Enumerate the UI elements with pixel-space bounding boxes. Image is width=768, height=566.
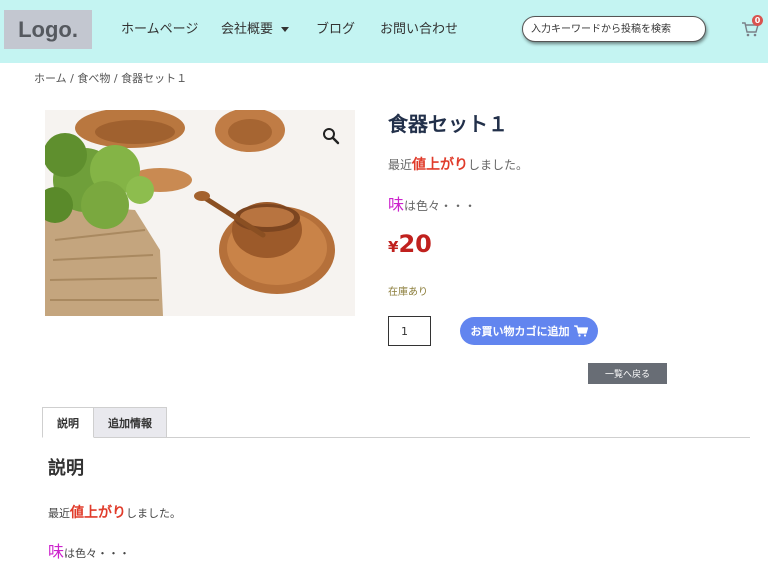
desc-text: しました。 — [468, 158, 529, 172]
chevron-down-icon — [281, 27, 290, 32]
product-title: 食器セット１ — [388, 112, 508, 136]
cart-icon — [573, 325, 588, 337]
flavor-text: は色々・・・ — [404, 199, 477, 213]
price-value: 20 — [398, 230, 432, 258]
site-logo[interactable]: Logo. — [4, 10, 92, 49]
tab-additional-info[interactable]: 追加情報 — [93, 407, 167, 438]
back-to-list-button[interactable]: 一覧へ戻る — [588, 363, 667, 384]
description-line: 最近値上がりしました。 — [48, 502, 181, 522]
site-header: Logo. ホームページ 会社概要 ブログ お問い合わせ 0 — [0, 0, 768, 63]
add-to-cart-button[interactable]: お買い物カゴに追加 — [460, 317, 598, 345]
product-flavor-note: 味は色々・・・ — [388, 191, 476, 215]
description-flavor-line: 味は色々・・・ — [48, 538, 130, 562]
nav-home[interactable]: ホームページ — [121, 18, 198, 37]
description-heading: 説明 — [48, 458, 84, 479]
nav-about-label: 会社概要 — [221, 22, 274, 37]
quantity-input[interactable] — [388, 316, 431, 346]
add-to-cart-label: お買い物カゴに追加 — [470, 325, 570, 338]
nav-about[interactable]: 会社概要 — [221, 18, 290, 37]
magnifier-icon[interactable] — [321, 126, 341, 146]
product-image[interactable] — [45, 110, 355, 316]
product-photo — [45, 110, 355, 316]
nav-blog[interactable]: ブログ — [316, 18, 355, 37]
desc-text: 最近 — [388, 158, 413, 172]
flavor-emphasis: 味 — [388, 195, 405, 214]
search-input[interactable] — [522, 16, 706, 42]
desc-text: 最近 — [48, 507, 70, 520]
desc-emphasis: 値上がり — [70, 505, 126, 521]
cart-count-badge: 0 — [752, 15, 763, 26]
nav-contact[interactable]: お問い合わせ — [380, 18, 458, 37]
desc-emphasis: 値上がり — [412, 157, 469, 173]
stock-status: 在庫あり — [388, 287, 428, 298]
currency-symbol: ¥ — [388, 238, 399, 256]
product-price: ¥20 — [388, 230, 432, 258]
flavor-emphasis: 味 — [48, 542, 65, 561]
tab-description[interactable]: 説明 — [42, 407, 94, 438]
breadcrumb[interactable]: ホーム / 食べ物 / 食器セット１ — [34, 70, 187, 86]
flavor-text: は色々・・・ — [64, 547, 131, 560]
desc-text: しました。 — [126, 507, 181, 520]
product-short-description: 最近値上がりしました。 — [388, 154, 528, 174]
